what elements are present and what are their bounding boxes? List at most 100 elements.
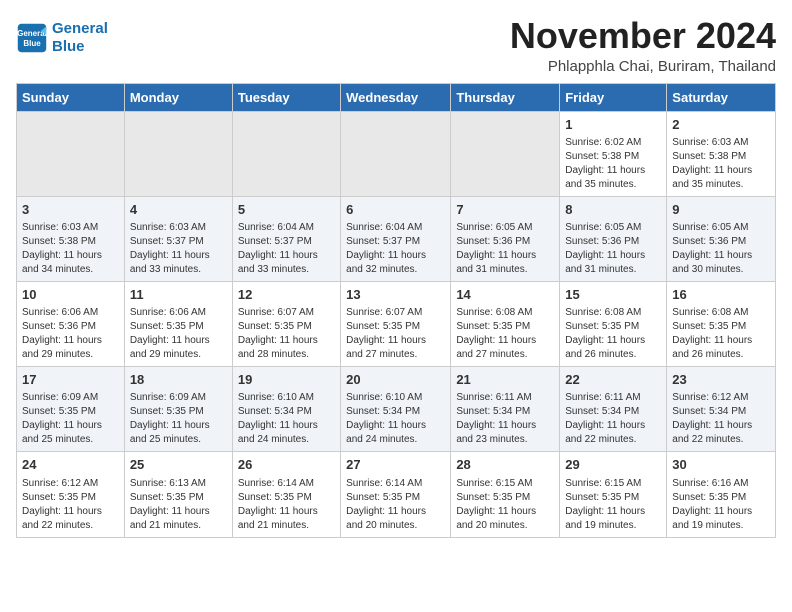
calendar-cell: 4 Sunrise: 6:03 AM Sunset: 5:37 PM Daylig… [124, 196, 232, 281]
calendar-cell: 26 Sunrise: 6:14 AM Sunset: 5:35 PM Dayli… [232, 452, 340, 537]
calendar-cell: 9Sunrise: 6:05 AM Sunset: 5:36 PM Daylig… [667, 196, 776, 281]
day-number: 27 [346, 456, 445, 474]
day-info: Sunrise: 6:07 AM Sunset: 5:35 PM Dayligh… [346, 306, 445, 362]
header-cell-tuesday: Tuesday [232, 83, 340, 111]
calendar-cell: 12Sunrise: 6:07 AM Sunset: 5:35 PM Dayli… [232, 281, 340, 366]
day-number: 14 [456, 286, 554, 304]
logo-text: General Blue [52, 20, 108, 56]
calendar-cell: 22 Sunrise: 6:11 AM Sunset: 5:34 PM Dayli… [560, 367, 667, 452]
day-info: Sunrise: 6:12 AM Sunset: 5:35 PM Dayligh… [22, 477, 119, 533]
header-row: SundayMondayTuesdayWednesdayThursdayFrid… [17, 83, 776, 111]
day-info: Sunrise: 6:13 AM Sunset: 5:35 PM Dayligh… [130, 477, 227, 533]
calendar-cell: 2 Sunrise: 6:03 AM Sunset: 5:38 PM Daylig… [667, 111, 776, 196]
calendar-week-1: 1 Sunrise: 6:02 AM Sunset: 5:38 PM Daylig… [17, 111, 776, 196]
day-info: Sunrise: 6:05 AM Sunset: 5:36 PM Dayligh… [456, 221, 554, 277]
day-info: Sunrise: 6:11 AM Sunset: 5:34 PM Dayligh… [565, 391, 661, 447]
day-number: 1 [565, 116, 661, 134]
logo-icon: General Blue [16, 22, 48, 54]
calendar-week-4: 17 Sunrise: 6:09 AM Sunset: 5:35 PM Dayli… [17, 367, 776, 452]
day-number: 22 [565, 371, 661, 389]
calendar-body: 1 Sunrise: 6:02 AM Sunset: 5:38 PM Daylig… [17, 111, 776, 537]
page-header: General Blue General Blue November 2024 … [16, 16, 776, 75]
day-number: 16 [672, 286, 770, 304]
calendar-cell: 14 Sunrise: 6:08 AM Sunset: 5:35 PM Dayli… [451, 281, 560, 366]
calendar-cell: 17 Sunrise: 6:09 AM Sunset: 5:35 PM Dayli… [17, 367, 125, 452]
calendar-cell: 21Sunrise: 6:11 AM Sunset: 5:34 PM Dayli… [451, 367, 560, 452]
day-number: 4 [130, 201, 227, 219]
day-info: Sunrise: 6:10 AM Sunset: 5:34 PM Dayligh… [238, 391, 335, 447]
day-info: Sunrise: 6:11 AM Sunset: 5:34 PM Dayligh… [456, 391, 554, 447]
day-info: Sunrise: 6:15 AM Sunset: 5:35 PM Dayligh… [565, 477, 661, 533]
calendar-cell: 27 Sunrise: 6:14 AM Sunset: 5:35 PM Dayli… [341, 452, 451, 537]
calendar-cell: 7 Sunrise: 6:05 AM Sunset: 5:36 PM Daylig… [451, 196, 560, 281]
header-cell-friday: Friday [560, 83, 667, 111]
day-info: Sunrise: 6:04 AM Sunset: 5:37 PM Dayligh… [346, 221, 445, 277]
day-info: Sunrise: 6:05 AM Sunset: 5:36 PM Dayligh… [565, 221, 661, 277]
day-info: Sunrise: 6:10 AM Sunset: 5:34 PM Dayligh… [346, 391, 445, 447]
calendar-cell: 15Sunrise: 6:08 AM Sunset: 5:35 PM Dayli… [560, 281, 667, 366]
svg-text:Blue: Blue [23, 39, 41, 48]
calendar-cell: 13Sunrise: 6:07 AM Sunset: 5:35 PM Dayli… [341, 281, 451, 366]
calendar-cell [232, 111, 340, 196]
header-cell-wednesday: Wednesday [341, 83, 451, 111]
calendar-cell: 20 Sunrise: 6:10 AM Sunset: 5:34 PM Dayli… [341, 367, 451, 452]
calendar-cell: 16 Sunrise: 6:08 AM Sunset: 5:35 PM Dayli… [667, 281, 776, 366]
calendar-cell: 6 Sunrise: 6:04 AM Sunset: 5:37 PM Daylig… [341, 196, 451, 281]
calendar-table: SundayMondayTuesdayWednesdayThursdayFrid… [16, 83, 776, 538]
day-info: Sunrise: 6:14 AM Sunset: 5:35 PM Dayligh… [346, 477, 445, 533]
calendar-cell [124, 111, 232, 196]
calendar-week-2: 3Sunrise: 6:03 AM Sunset: 5:38 PM Daylig… [17, 196, 776, 281]
logo: General Blue General Blue [16, 20, 108, 56]
calendar-cell: 24 Sunrise: 6:12 AM Sunset: 5:35 PM Dayli… [17, 452, 125, 537]
day-number: 5 [238, 201, 335, 219]
day-info: Sunrise: 6:03 AM Sunset: 5:38 PM Dayligh… [22, 221, 119, 277]
day-info: Sunrise: 6:08 AM Sunset: 5:35 PM Dayligh… [456, 306, 554, 362]
calendar-cell: 18 Sunrise: 6:09 AM Sunset: 5:35 PM Dayli… [124, 367, 232, 452]
day-number: 26 [238, 456, 335, 474]
day-info: Sunrise: 6:07 AM Sunset: 5:35 PM Dayligh… [238, 306, 335, 362]
calendar-cell [341, 111, 451, 196]
day-info: Sunrise: 6:06 AM Sunset: 5:36 PM Dayligh… [22, 306, 119, 362]
day-info: Sunrise: 6:03 AM Sunset: 5:38 PM Dayligh… [672, 136, 770, 192]
day-number: 29 [565, 456, 661, 474]
calendar-cell: 25 Sunrise: 6:13 AM Sunset: 5:35 PM Dayli… [124, 452, 232, 537]
day-info: Sunrise: 6:06 AM Sunset: 5:35 PM Dayligh… [130, 306, 227, 362]
day-number: 24 [22, 456, 119, 474]
day-info: Sunrise: 6:08 AM Sunset: 5:35 PM Dayligh… [565, 306, 661, 362]
day-number: 7 [456, 201, 554, 219]
day-number: 6 [346, 201, 445, 219]
day-info: Sunrise: 6:15 AM Sunset: 5:35 PM Dayligh… [456, 477, 554, 533]
day-info: Sunrise: 6:14 AM Sunset: 5:35 PM Dayligh… [238, 477, 335, 533]
day-number: 18 [130, 371, 227, 389]
day-number: 25 [130, 456, 227, 474]
day-info: Sunrise: 6:09 AM Sunset: 5:35 PM Dayligh… [130, 391, 227, 447]
calendar-cell: 23 Sunrise: 6:12 AM Sunset: 5:34 PM Dayli… [667, 367, 776, 452]
logo-line2: Blue [52, 38, 85, 55]
day-number: 30 [672, 456, 770, 474]
calendar-week-5: 24 Sunrise: 6:12 AM Sunset: 5:35 PM Dayli… [17, 452, 776, 537]
day-number: 2 [672, 116, 770, 134]
day-info: Sunrise: 6:09 AM Sunset: 5:35 PM Dayligh… [22, 391, 119, 447]
calendar-cell: 3Sunrise: 6:03 AM Sunset: 5:38 PM Daylig… [17, 196, 125, 281]
calendar-cell: 28 Sunrise: 6:15 AM Sunset: 5:35 PM Dayli… [451, 452, 560, 537]
day-number: 23 [672, 371, 770, 389]
calendar-cell [451, 111, 560, 196]
calendar-cell: 11 Sunrise: 6:06 AM Sunset: 5:35 PM Dayli… [124, 281, 232, 366]
day-info: Sunrise: 6:03 AM Sunset: 5:37 PM Dayligh… [130, 221, 227, 277]
day-info: Sunrise: 6:08 AM Sunset: 5:35 PM Dayligh… [672, 306, 770, 362]
day-number: 28 [456, 456, 554, 474]
day-number: 20 [346, 371, 445, 389]
header-cell-monday: Monday [124, 83, 232, 111]
day-number: 17 [22, 371, 119, 389]
day-number: 9 [672, 201, 770, 219]
day-info: Sunrise: 6:04 AM Sunset: 5:37 PM Dayligh… [238, 221, 335, 277]
day-number: 11 [130, 286, 227, 304]
calendar-cell: 10Sunrise: 6:06 AM Sunset: 5:36 PM Dayli… [17, 281, 125, 366]
day-info: Sunrise: 6:12 AM Sunset: 5:34 PM Dayligh… [672, 391, 770, 447]
logo-line1: General [52, 20, 108, 37]
day-info: Sunrise: 6:02 AM Sunset: 5:38 PM Dayligh… [565, 136, 661, 192]
calendar-week-3: 10Sunrise: 6:06 AM Sunset: 5:36 PM Dayli… [17, 281, 776, 366]
day-number: 19 [238, 371, 335, 389]
calendar-cell: 29 Sunrise: 6:15 AM Sunset: 5:35 PM Dayli… [560, 452, 667, 537]
header-cell-sunday: Sunday [17, 83, 125, 111]
